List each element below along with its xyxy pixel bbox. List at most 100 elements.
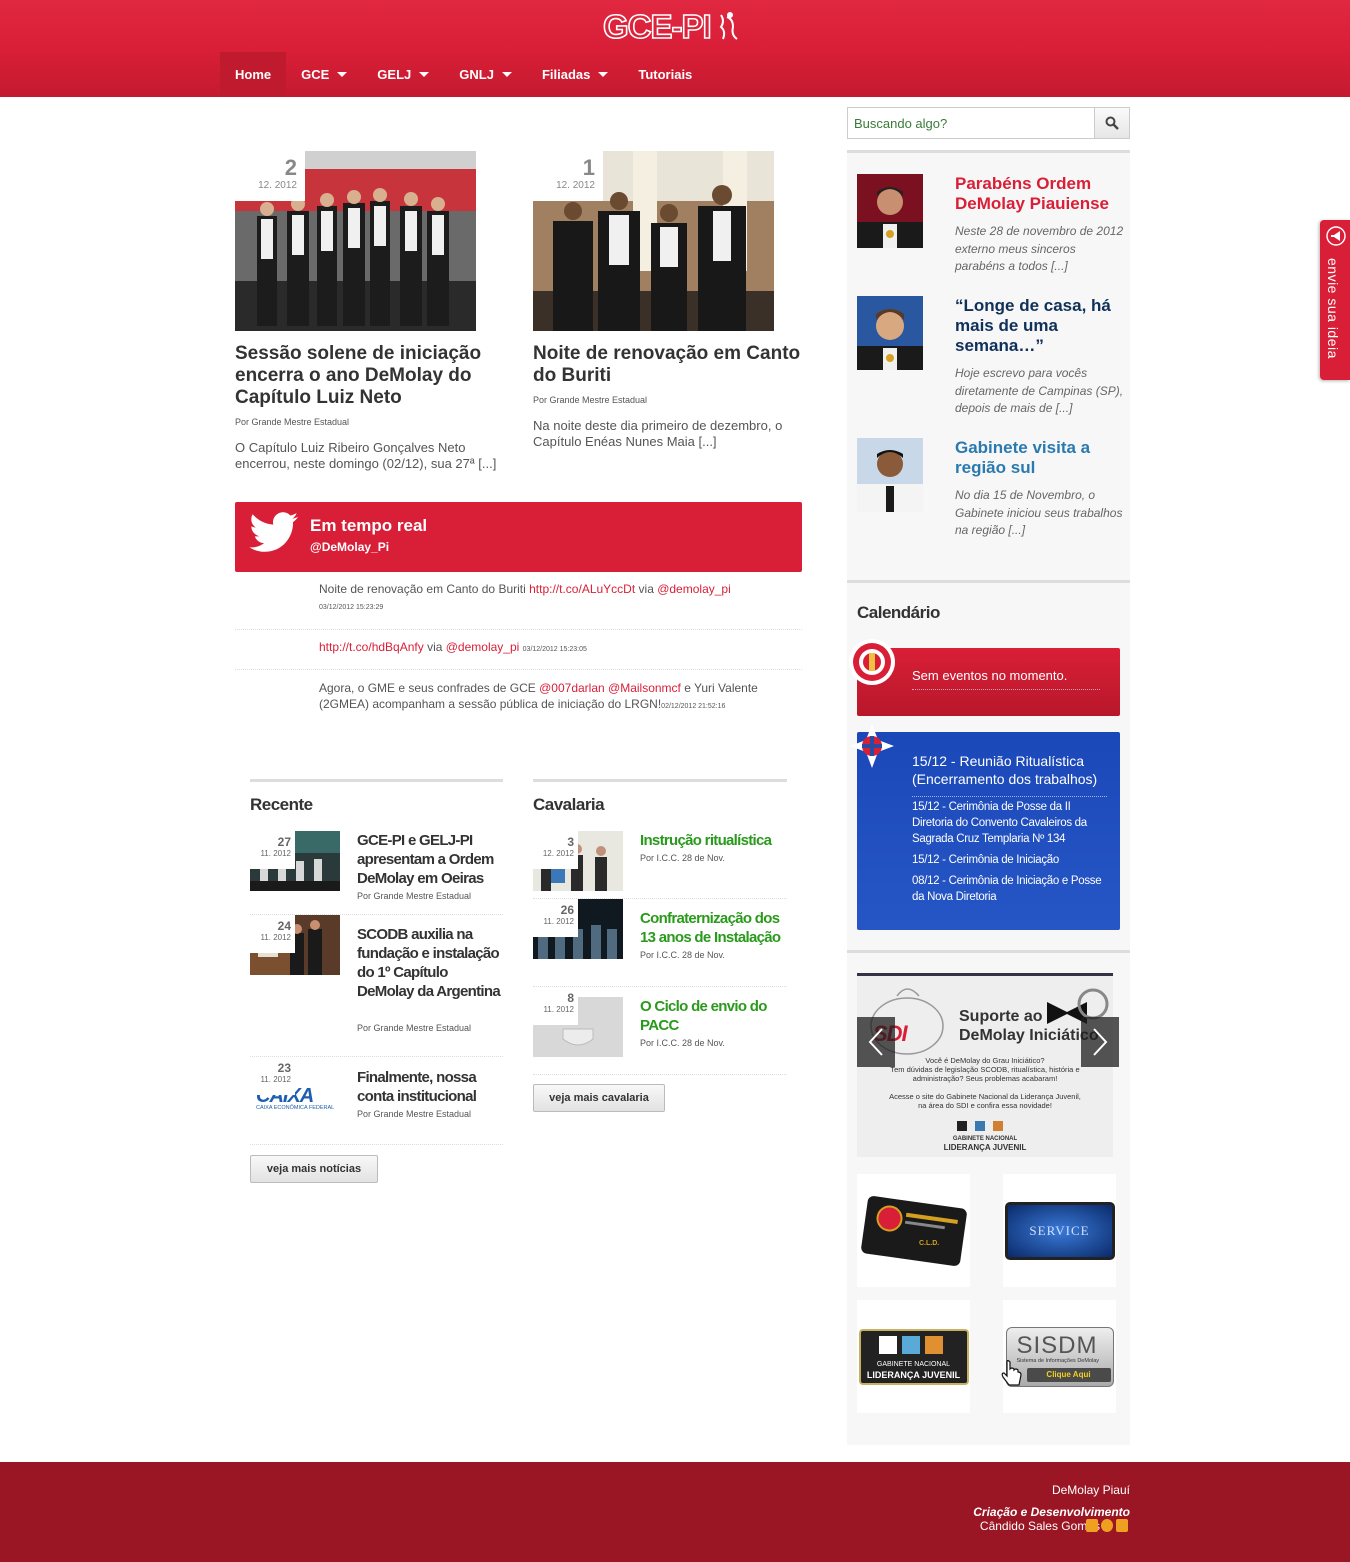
banner-footer: LIDERANÇA JUVENIL (943, 1143, 1027, 1152)
post-title[interactable]: SCODB auxilia na fundação e instalação d… (357, 925, 507, 1001)
calendar-event[interactable]: 15/12 - Cerimônia de Iniciação (912, 852, 1107, 868)
author-photo[interactable] (857, 296, 923, 370)
date-month: 12. 2012 (556, 180, 595, 191)
date-month: 11. 2012 (543, 1005, 574, 1014)
post-title[interactable]: Noite de renovação em Canto do Buriti (533, 343, 803, 387)
sidebar-post-excerpt: Hoje escrevo para vocês diretamente de C… (955, 366, 1124, 415)
author-photo[interactable] (857, 174, 923, 248)
post-date: 2 12. 2012 (235, 151, 305, 201)
partner-link[interactable]: SISDM Sistema de Informações DeMolay Cli… (1001, 1300, 1116, 1413)
partner-link[interactable]: C.L.D. (857, 1174, 970, 1287)
post-title[interactable]: Finalmente, nossa conta institucional (357, 1068, 507, 1106)
more-cavalaria-button[interactable]: veja mais cavalaria (533, 1084, 665, 1112)
sidebar-divider (847, 150, 1130, 153)
caixa-subtitle: CAIXA ECONÔMICA FEDERAL (256, 1105, 335, 1111)
calendar-event[interactable]: 15/12 - Cerimônia de Posse da II Diretor… (912, 799, 1107, 847)
site-header: GCE-PI Home GCE GELJ GNLJ Filiadas Tutor… (0, 0, 1350, 97)
nav-label: Filiadas (541, 67, 591, 82)
chevron-left-icon (868, 1028, 883, 1056)
date-month: 11. 2012 (260, 1075, 291, 1084)
post-title[interactable]: Confraternização dos 13 anos de Instalaç… (640, 909, 790, 947)
nav-home[interactable]: Home (220, 52, 287, 97)
sdi-banner[interactable]: SDI Suporte ao DeMolay Iniciático Você é… (857, 973, 1113, 1157)
sidebar-post[interactable]: “Longe de casa, há mais de uma semana…” … (857, 296, 1125, 426)
section-divider (250, 779, 503, 782)
list-item[interactable]: CAIXA CAIXA ECONÔMICA FEDERAL 23 11. 2012… (250, 1057, 503, 1145)
tweet-link[interactable]: http://t.co/hdBqAnfy (319, 640, 424, 654)
footer-site-name: DeMolay Piauí (1051, 1483, 1130, 1497)
tweet-link[interactable]: http://t.co/ALuYccDt (529, 582, 635, 596)
sidebar-post[interactable]: Gabinete visita a região sul No dia 15 d… (857, 438, 1125, 548)
nav-label: GNLJ (459, 67, 494, 82)
cavalaria-emblem-icon (850, 724, 894, 768)
list-item[interactable]: 26 11. 2012 Confraternização dos 13 anos … (533, 899, 787, 987)
date-day: 1 (582, 155, 595, 180)
footer-author[interactable]: Cândido Sales Gomes (980, 1519, 1100, 1533)
calendar-event[interactable]: 08/12 - Cerimônia de Iniciação e Posse d… (912, 873, 1107, 905)
calendar-empty-message: Sem eventos no momento. (912, 668, 1100, 690)
sidebar-post-title[interactable]: Parabéns Ordem DeMolay Piauiense (955, 174, 1125, 214)
post-date: 1 12. 2012 (533, 151, 603, 201)
carousel-next-button[interactable] (1081, 1017, 1119, 1067)
author-photo[interactable] (857, 438, 923, 512)
site-logo[interactable]: GCE-PI (602, 7, 743, 46)
list-item[interactable]: 3 12. 2012 Instrução ritualística Por I.C… (533, 831, 787, 899)
recente-title: Recente (250, 795, 313, 814)
date-day: 8 (567, 991, 574, 1005)
list-item[interactable]: 27 11. 2012 GCE-PI e GELJ-PI apresentam a… (250, 831, 503, 915)
sidebar-post[interactable]: Parabéns Ordem DeMolay Piauiense Neste 2… (857, 174, 1125, 284)
search-form (847, 107, 1130, 139)
partner-text: SISDM (1016, 1331, 1098, 1359)
post-title[interactable]: GCE-PI e GELJ-PI apresentam a Ordem DeMo… (357, 831, 507, 888)
date-month: 12. 2012 (258, 180, 297, 191)
nav-gce[interactable]: GCE (286, 52, 362, 97)
date-month: 11. 2012 (260, 849, 291, 858)
gelj-emblem-icon (849, 639, 895, 685)
footer-credit: Criação e Desenvolvimento (973, 1505, 1130, 1519)
featured-post[interactable]: 1 12. 2012 Noite de renovação em Canto d… (533, 151, 803, 481)
search-input[interactable] (847, 107, 1095, 139)
tweet-mention[interactable]: @demolay_pi (657, 582, 731, 596)
nav-gelj[interactable]: GELJ (362, 52, 444, 97)
nav-tutoriais[interactable]: Tutoriais (623, 52, 707, 97)
banner-body: Você é DeMolay do Grau Iniciático? Tem d… (885, 1056, 1085, 1110)
carousel-prev-button[interactable] (857, 1017, 895, 1067)
more-news-button[interactable]: veja mais notícias (250, 1155, 378, 1183)
date-month: 11. 2012 (543, 917, 574, 926)
calendar-gelj: Sem eventos no momento. (857, 648, 1120, 716)
twitter-handle[interactable]: @DeMolay_Pi (310, 540, 389, 554)
post-title[interactable]: Instrução ritualística (640, 831, 790, 850)
post-byline: Por Grande Mestre Estadual (235, 417, 350, 427)
nav-filiadas[interactable]: Filiadas (527, 52, 623, 97)
search-button[interactable] (1094, 107, 1130, 139)
post-date: 24 11. 2012 (250, 915, 295, 953)
sidebar-post-title[interactable]: “Longe de casa, há mais de uma semana…” (955, 296, 1125, 356)
tweet-mention[interactable]: @007darlan (539, 681, 605, 695)
list-item[interactable]: 8 11. 2012 O Ciclo de envio do PACC Por I… (533, 987, 787, 1075)
tweet-via: via (423, 640, 446, 654)
partner-link[interactable]: GABINETE NACIONAL LIDERANÇA JUVENIL (857, 1300, 970, 1413)
tweet-mention[interactable]: @Mailsonmcf (608, 681, 681, 695)
featured-post[interactable]: 2 12. 2012 Sessão solene de iniciação en… (235, 151, 505, 481)
partner-link[interactable]: SERVICE (1003, 1174, 1116, 1287)
tweet-mention[interactable]: @demolay_pi (446, 640, 520, 654)
wordpress-icon (1101, 1519, 1113, 1532)
post-byline: Por I.C.C. 28 de Nov. (640, 1038, 725, 1048)
post-byline: Por Grande Mestre Estadual (357, 1109, 472, 1119)
calendar-event[interactable]: 15/12 - Reunião Ritualística (Encerramen… (912, 752, 1107, 797)
post-title[interactable]: O Ciclo de envio do PACC (640, 997, 790, 1035)
html5-icon (1116, 1519, 1128, 1532)
tweet-text: http://t.co/hdBqAnfy via @demolay_pi 03/… (319, 639, 759, 658)
nav-label: Tutoriais (638, 67, 693, 82)
feedback-tab[interactable]: envie sua ideia (1320, 220, 1350, 380)
partner-text: GABINETE NACIONAL (876, 1360, 951, 1368)
chevron-right-icon (1093, 1028, 1108, 1056)
tweet-text: Agora, o GME e seus confrades de GCE @00… (319, 680, 759, 715)
sidebar-post-title[interactable]: Gabinete visita a região sul (955, 438, 1125, 478)
list-item[interactable]: 24 11. 2012 SCODB auxilia na fundação e i… (250, 915, 503, 1057)
tweet: Agora, o GME e seus confrades de GCE @00… (235, 670, 802, 734)
post-title[interactable]: Sessão solene de iniciação encerra o ano… (235, 343, 505, 409)
nav-gnlj[interactable]: GNLJ (444, 52, 527, 97)
date-day: 3 (567, 835, 574, 849)
partner-text: LIDERANÇA JUVENIL (866, 1369, 961, 1380)
